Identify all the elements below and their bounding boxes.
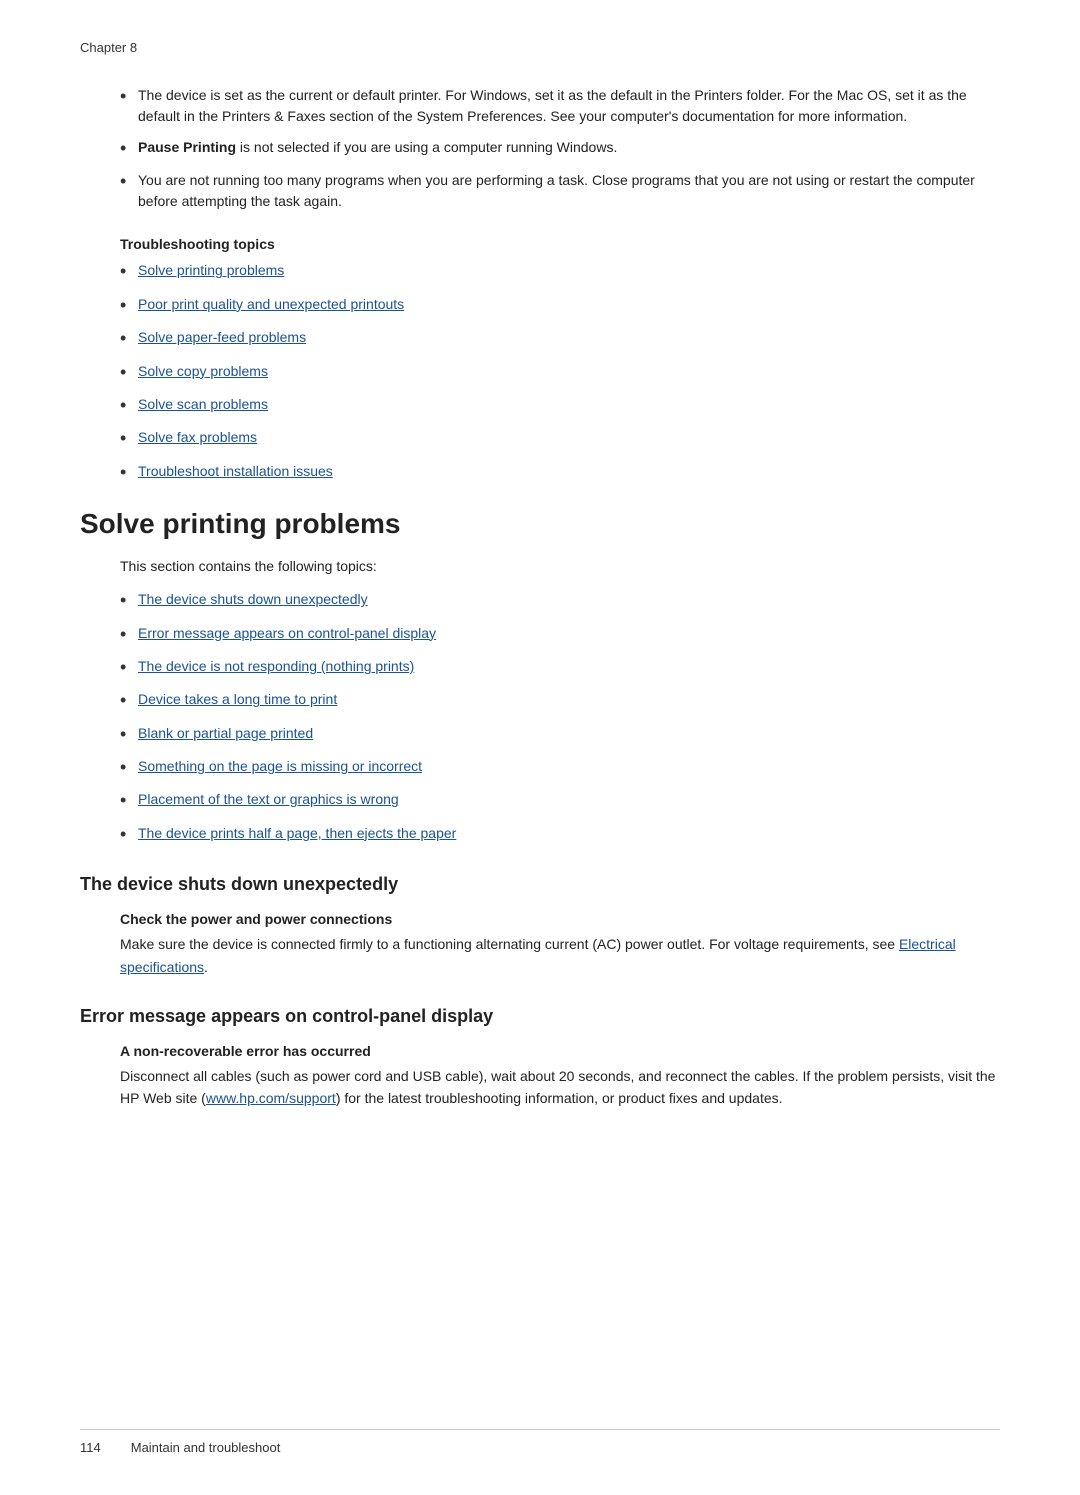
- page-footer: 114 Maintain and troubleshoot: [80, 1429, 1000, 1455]
- main-link-4[interactable]: Blank or partial page printed: [138, 723, 313, 744]
- check-power-body: Make sure the device is connected firmly…: [120, 933, 1000, 978]
- bullet-dot-1: •: [120, 85, 138, 108]
- main-topic-0: • The device shuts down unexpectedly: [120, 589, 1000, 612]
- main-link-3[interactable]: Device takes a long time to print: [138, 689, 337, 710]
- main-bullet-2: •: [120, 656, 138, 679]
- solve-printing-heading: Solve printing problems: [80, 508, 1000, 540]
- device-shuts-down-heading: The device shuts down unexpectedly: [80, 874, 1000, 895]
- main-link-1[interactable]: Error message appears on control-panel d…: [138, 623, 436, 644]
- check-power-heading: Check the power and power connections: [120, 911, 1000, 927]
- bullet-dot-2: •: [120, 137, 138, 160]
- bullet-text-2: Pause Printing is not selected if you ar…: [138, 137, 1000, 158]
- troubleshooting-topics-heading: Troubleshooting topics: [120, 236, 1000, 252]
- non-recoverable-body-after: ) for the latest troubleshooting informa…: [336, 1090, 783, 1106]
- pause-printing-bold: Pause Printing: [138, 139, 236, 155]
- topic-link-item-3: • Solve copy problems: [120, 361, 1000, 384]
- topic-link-item-4: • Solve scan problems: [120, 394, 1000, 417]
- topic-bullet-3: •: [120, 361, 138, 384]
- main-bullet-6: •: [120, 789, 138, 812]
- main-link-0[interactable]: The device shuts down unexpectedly: [138, 589, 368, 610]
- non-recoverable-body: Disconnect all cables (such as power cor…: [120, 1065, 1000, 1110]
- main-bullet-0: •: [120, 589, 138, 612]
- topic-bullet-6: •: [120, 461, 138, 484]
- topic-bullet-1: •: [120, 294, 138, 317]
- topic-link-item-5: • Solve fax problems: [120, 427, 1000, 450]
- main-link-7[interactable]: The device prints half a page, then ejec…: [138, 823, 456, 844]
- check-power-body-text: Make sure the device is connected firmly…: [120, 936, 899, 952]
- topic-link-item-0: • Solve printing problems: [120, 260, 1000, 283]
- topic-link-0[interactable]: Solve printing problems: [138, 260, 284, 281]
- bullet-item-2: • Pause Printing is not selected if you …: [120, 137, 1000, 160]
- bullet-dot-3: •: [120, 170, 138, 193]
- main-topic-5: • Something on the page is missing or in…: [120, 756, 1000, 779]
- check-power-body-after: .: [204, 959, 208, 975]
- main-bullet-7: •: [120, 823, 138, 846]
- intro-bullets: • The device is set as the current or de…: [120, 85, 1000, 212]
- bullet-text-1: The device is set as the current or defa…: [138, 85, 1000, 127]
- chapter-label: Chapter 8: [80, 40, 137, 55]
- footer-text: Maintain and troubleshoot: [131, 1440, 281, 1455]
- section-intro-text: This section contains the following topi…: [120, 556, 1000, 577]
- topic-link-item-1: • Poor print quality and unexpected prin…: [120, 294, 1000, 317]
- topic-link-4[interactable]: Solve scan problems: [138, 394, 268, 415]
- topic-bullet-2: •: [120, 327, 138, 350]
- topic-link-item-2: • Solve paper-feed problems: [120, 327, 1000, 350]
- hp-web-link[interactable]: www.hp.com/support: [206, 1090, 336, 1106]
- topic-bullet-0: •: [120, 260, 138, 283]
- main-topic-1: • Error message appears on control-panel…: [120, 623, 1000, 646]
- bullet-text-3: You are not running too many programs wh…: [138, 170, 1000, 212]
- main-link-5[interactable]: Something on the page is missing or inco…: [138, 756, 422, 777]
- topic-link-5[interactable]: Solve fax problems: [138, 427, 257, 448]
- main-link-2[interactable]: The device is not responding (nothing pr…: [138, 656, 414, 677]
- bullet-item-1: • The device is set as the current or de…: [120, 85, 1000, 127]
- topic-link-item-6: • Troubleshoot installation issues: [120, 461, 1000, 484]
- pause-printing-rest: is not selected if you are using a compu…: [240, 139, 617, 155]
- bullet-item-3: • You are not running too many programs …: [120, 170, 1000, 212]
- chapter-header: Chapter 8: [80, 40, 1000, 55]
- non-recoverable-heading: A non-recoverable error has occurred: [120, 1043, 1000, 1059]
- main-bullet-5: •: [120, 756, 138, 779]
- main-topic-6: • Placement of the text or graphics is w…: [120, 789, 1000, 812]
- main-bullet-3: •: [120, 689, 138, 712]
- main-topic-2: • The device is not responding (nothing …: [120, 656, 1000, 679]
- footer-page-number: 114: [80, 1440, 101, 1455]
- main-topic-7: • The device prints half a page, then ej…: [120, 823, 1000, 846]
- topic-bullet-4: •: [120, 394, 138, 417]
- main-topic-4: • Blank or partial page printed: [120, 723, 1000, 746]
- topic-link-1[interactable]: Poor print quality and unexpected printo…: [138, 294, 404, 315]
- topic-bullet-5: •: [120, 427, 138, 450]
- topic-link-3[interactable]: Solve copy problems: [138, 361, 268, 382]
- main-topic-3: • Device takes a long time to print: [120, 689, 1000, 712]
- main-bullet-1: •: [120, 623, 138, 646]
- main-link-6[interactable]: Placement of the text or graphics is wro…: [138, 789, 399, 810]
- main-bullet-4: •: [120, 723, 138, 746]
- topic-link-2[interactable]: Solve paper-feed problems: [138, 327, 306, 348]
- topics-links-list: • Solve printing problems • Poor print q…: [120, 260, 1000, 484]
- main-topic-links: • The device shuts down unexpectedly • E…: [120, 589, 1000, 846]
- error-message-heading: Error message appears on control-panel d…: [80, 1006, 1000, 1027]
- topic-link-6[interactable]: Troubleshoot installation issues: [138, 461, 333, 482]
- troubleshooting-topics-section: Troubleshooting topics • Solve printing …: [80, 236, 1000, 484]
